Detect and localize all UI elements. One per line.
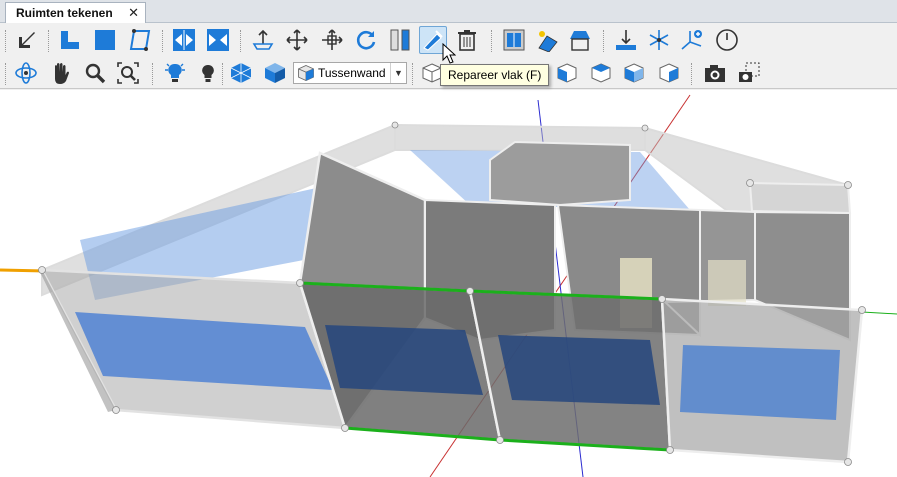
orbit-icon[interactable] (12, 59, 40, 87)
floor-middle-right (498, 335, 660, 405)
separator (691, 63, 693, 85)
mirror-vertical-icon[interactable] (204, 26, 232, 54)
dropdown-arrow-icon[interactable]: ▼ (390, 63, 406, 83)
roof-icon[interactable] (566, 26, 594, 54)
split-wall-icon[interactable] (386, 26, 414, 54)
toolbar-grip (5, 63, 7, 85)
floor-level-icon[interactable] (612, 26, 640, 54)
camera-region-icon[interactable] (735, 59, 763, 87)
separator (412, 63, 414, 85)
draw-polygon-room-icon[interactable] (126, 26, 154, 54)
separator (491, 30, 493, 52)
shaded-cube-icon[interactable] (261, 59, 289, 87)
separator (152, 63, 154, 85)
tab-strip: Ruimten tekenen ✕ (0, 0, 897, 23)
move-axis-icon[interactable] (318, 26, 346, 54)
clock-icon[interactable] (713, 26, 741, 54)
floor-right-room (680, 345, 840, 420)
rotate-icon[interactable] (352, 26, 380, 54)
solar-panel-icon[interactable] (533, 26, 561, 54)
zoom-extents-icon[interactable] (114, 59, 142, 87)
separator (603, 30, 605, 52)
separator (240, 30, 242, 52)
separator (48, 30, 50, 52)
draw-rectangle-room-icon[interactable] (91, 26, 119, 54)
mirror-horizontal-icon[interactable] (170, 26, 198, 54)
view-right-icon[interactable] (553, 59, 581, 87)
delete-icon[interactable] (453, 26, 481, 54)
wall-type-value: Tussenwand (318, 66, 386, 80)
coordinate-axis-icon[interactable] (678, 26, 706, 54)
select-arrow-icon[interactable] (12, 26, 40, 54)
move-point-icon[interactable] (249, 26, 277, 54)
separator (222, 63, 224, 85)
axis-green (861, 311, 897, 315)
mouse-cursor-icon (442, 43, 456, 64)
view-iso-right-icon[interactable] (620, 59, 648, 87)
separator (162, 30, 164, 52)
wireframe-cube-icon[interactable] (227, 59, 255, 87)
door-opening-2 (708, 260, 746, 306)
tooltip-repair-surface: Repareer vlak (F) (440, 64, 550, 86)
room-top-right-cap (748, 181, 852, 215)
move-icon[interactable] (283, 26, 311, 54)
room-model (0, 94, 897, 477)
zoom-icon[interactable] (81, 59, 109, 87)
light-off-icon[interactable] (194, 59, 222, 87)
star-snap-icon[interactable] (645, 26, 673, 54)
tab-close-icon[interactable]: ✕ (128, 5, 139, 21)
view-iso-left-icon[interactable] (587, 59, 615, 87)
toolbar-grip (5, 30, 7, 52)
light-on-icon[interactable] (161, 59, 189, 87)
view-back-icon[interactable] (655, 59, 683, 87)
wall-type-select[interactable]: Tussenwand ▼ (293, 62, 407, 84)
partition-wall-back (489, 140, 631, 207)
floor-middle-left (325, 325, 483, 395)
draw-l-room-icon[interactable] (56, 26, 84, 54)
pan-hand-icon[interactable] (47, 59, 75, 87)
wall-type-icon (298, 65, 314, 81)
3d-viewport[interactable] (0, 90, 897, 477)
camera-icon[interactable] (701, 59, 729, 87)
tab-ruimten-tekenen[interactable]: Ruimten tekenen ✕ (5, 2, 146, 23)
window-icon[interactable] (500, 26, 528, 54)
tab-title: Ruimten tekenen (16, 6, 113, 20)
